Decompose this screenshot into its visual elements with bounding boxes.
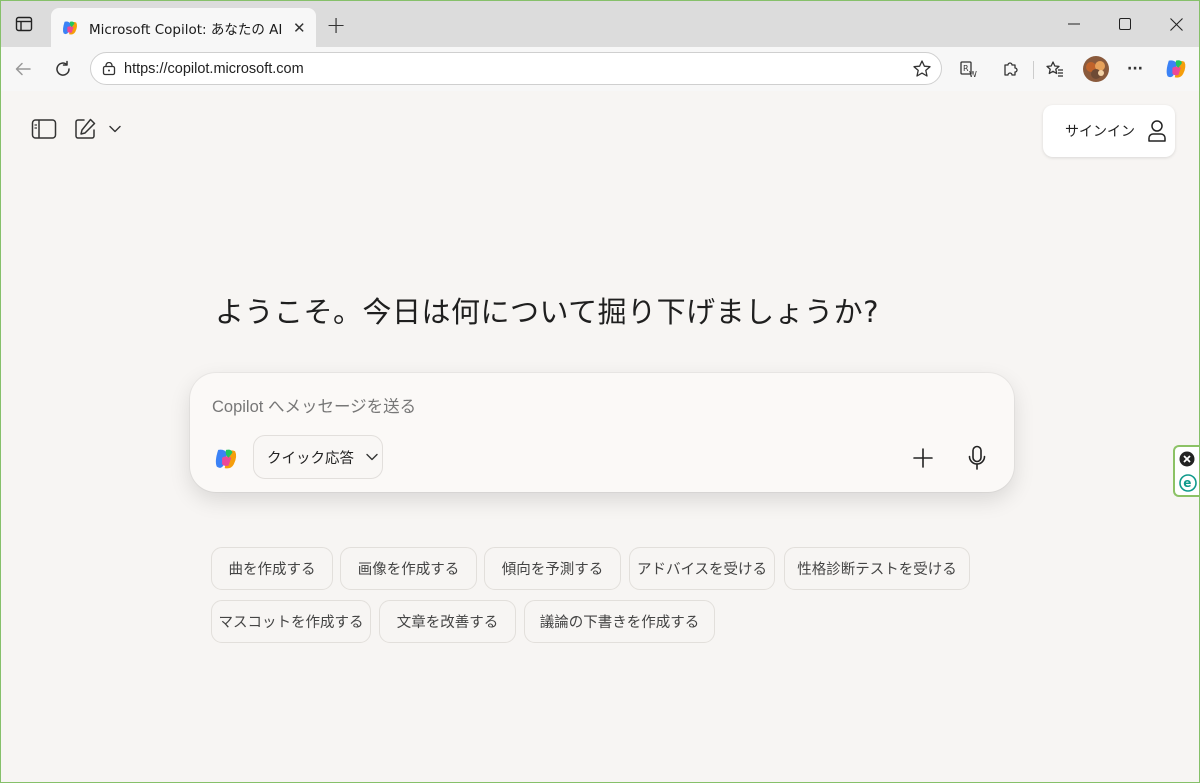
new-chat-dropdown-button[interactable] [105, 119, 125, 139]
tab-title: Microsoft Copilot: あなたの AI アシスタント [89, 21, 285, 38]
browser-toolbar: https://copilot.microsoft.com RW ··· [1, 47, 1199, 92]
browser-tab-active[interactable]: Microsoft Copilot: あなたの AI アシスタント ✕ [51, 8, 316, 47]
copilot-favicon-icon [62, 20, 78, 34]
browser-window: Microsoft Copilot: あなたの AI アシスタント ✕ + ht… [0, 0, 1200, 783]
address-bar[interactable]: https://copilot.microsoft.com [90, 52, 942, 85]
copilot-icon [1166, 60, 1186, 78]
read-aloud-button[interactable]: RW [954, 54, 984, 84]
svg-text:W: W [969, 70, 977, 79]
minimize-icon [1068, 23, 1080, 25]
response-mode-label: クイック応答 [267, 450, 354, 467]
response-mode-select[interactable]: クイック応答 [253, 435, 383, 479]
profile-button[interactable] [1081, 54, 1111, 84]
maximize-button[interactable] [1098, 1, 1152, 47]
suggestion-chip-mascot[interactable]: マスコットを作成する [211, 600, 371, 643]
attach-button[interactable] [908, 443, 938, 473]
chevron-down-icon [109, 125, 121, 133]
close-window-button[interactable] [1149, 1, 1199, 47]
refresh-button[interactable] [48, 54, 78, 84]
suggestion-chip-advice[interactable]: アドバイスを受ける [629, 547, 775, 590]
new-tab-button[interactable]: + [321, 9, 351, 41]
read-aloud-icon: RW [960, 61, 977, 79]
maximize-icon [1119, 18, 1131, 30]
avatar [1083, 56, 1109, 82]
message-input[interactable]: Copilot へメッセージを送る [212, 393, 972, 417]
new-chat-button[interactable] [70, 115, 100, 143]
extensions-button[interactable] [996, 54, 1026, 84]
compose-icon [75, 118, 96, 139]
page-title: ようこそ。今日は何について掘り下げましょうか? [215, 295, 880, 329]
back-button[interactable] [8, 54, 38, 84]
favorites-button[interactable] [1040, 54, 1070, 84]
site-info-icon[interactable] [102, 61, 116, 76]
svg-text:e: e [1183, 476, 1191, 490]
tab-close-icon[interactable]: ✕ [293, 19, 306, 37]
refresh-icon [56, 60, 70, 76]
suggestion-chip-improve-text[interactable]: 文章を改善する [379, 600, 516, 643]
toolbar-divider [1033, 61, 1034, 79]
message-composer: Copilot へメッセージを送る クイック応答 [190, 373, 1014, 492]
close-icon [1169, 17, 1183, 31]
chevron-down-icon [366, 453, 378, 461]
signin-button[interactable]: サインイン [1043, 105, 1175, 157]
favorite-star-icon[interactable] [912, 59, 932, 79]
signin-label: サインイン [1065, 124, 1135, 140]
suggestion-chip-draft-argument[interactable]: 議論の下書きを作成する [524, 600, 715, 643]
edge-e-icon[interactable]: e [1179, 474, 1197, 492]
copilot-page: サインイン ようこそ。今日は何について掘り下げましょうか? Copilot へメ… [1, 91, 1199, 782]
voice-input-button[interactable] [962, 443, 992, 473]
tab-actions-icon [15, 16, 33, 32]
url-text[interactable]: https://copilot.microsoft.com [124, 61, 304, 77]
arrow-left-icon [15, 62, 31, 76]
copilot-sidebar-button[interactable] [1161, 54, 1191, 84]
puzzle-icon [1004, 62, 1018, 76]
sidebar-icon [31, 119, 57, 139]
suggestion-chip-image[interactable]: 画像を作成する [340, 547, 477, 590]
minimize-button[interactable] [1047, 1, 1101, 47]
tab-strip: Microsoft Copilot: あなたの AI アシスタント ✕ + [1, 1, 1199, 47]
user-icon [1148, 120, 1166, 142]
copilot-logo-icon [215, 449, 237, 469]
suggestion-chip-personality-test[interactable]: 性格診断テストを受ける [784, 547, 970, 590]
microphone-icon [968, 445, 986, 470]
tab-actions-button[interactable] [1, 1, 47, 47]
favorites-icon [1046, 61, 1063, 77]
suggestion-chip-forecast[interactable]: 傾向を予測する [484, 547, 621, 590]
extension-side-tab: e [1173, 445, 1199, 497]
suggestion-chip-song[interactable]: 曲を作成する [211, 547, 333, 590]
settings-more-button[interactable]: ··· [1120, 54, 1150, 84]
close-circle-icon[interactable] [1179, 451, 1195, 467]
plus-icon [913, 448, 933, 468]
sidebar-toggle-button[interactable] [29, 115, 59, 143]
